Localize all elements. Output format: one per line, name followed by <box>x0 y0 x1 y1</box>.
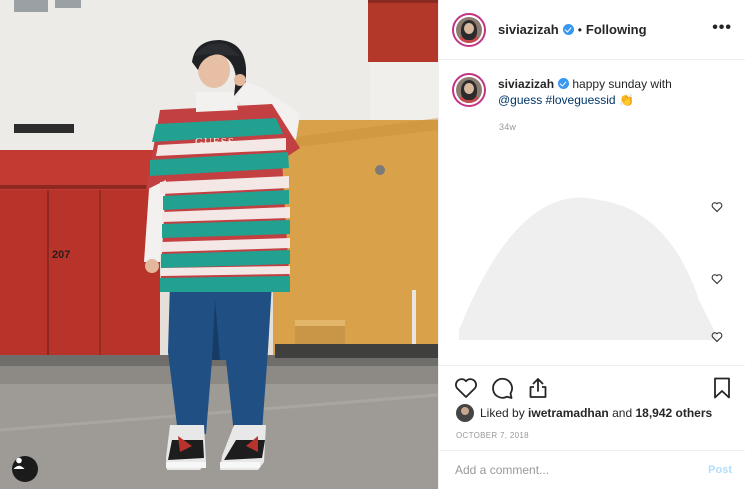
action-bar <box>439 365 745 409</box>
clap-emoji-icon: 👏 <box>618 93 634 107</box>
likes-and: and <box>612 406 633 420</box>
svg-text:207: 207 <box>52 249 70 261</box>
comment-icon[interactable] <box>490 376 514 400</box>
caption-body: happy sunday with <box>572 77 672 91</box>
author-avatar[interactable] <box>452 12 486 47</box>
caption-mention-link[interactable]: @guess <box>498 93 542 107</box>
like-heart-icon[interactable] <box>454 376 478 400</box>
author-username[interactable]: siviazizah <box>498 22 559 37</box>
post-comment-button[interactable]: Post <box>708 464 732 476</box>
liker-username[interactable]: iwetramadhan <box>528 406 609 420</box>
header-separator: • <box>577 22 582 37</box>
caption-avatar-image <box>456 77 482 103</box>
comments-area[interactable]: siviazizah happy sunday with @guess #lov… <box>439 60 745 365</box>
photo-illustration: 207 GUESS <box>0 0 438 489</box>
save-bookmark-icon[interactable] <box>710 376 734 400</box>
likes-prefix: Liked by <box>480 406 525 420</box>
svg-text:GUESS: GUESS <box>195 136 235 148</box>
following-button[interactable]: Following <box>586 22 647 37</box>
caption-username[interactable]: siviazizah <box>498 77 554 91</box>
user-tag-icon <box>13 457 25 469</box>
more-options-button[interactable]: ••• <box>712 20 732 36</box>
liker-avatar[interactable] <box>456 404 474 422</box>
share-icon[interactable] <box>526 376 550 400</box>
likes-summary: Liked by iwetramadhan and 18,942 others <box>456 404 712 422</box>
comment-like-heart-icon[interactable] <box>711 331 723 343</box>
user-tags-button[interactable] <box>12 456 38 482</box>
comment-like-heart-icon[interactable] <box>711 273 723 285</box>
caption-text: siviazizah happy sunday with @guess #lov… <box>498 76 728 108</box>
verified-badge-icon <box>562 24 574 35</box>
avatar-image <box>456 16 482 43</box>
caption-hashtag-link[interactable]: #loveguessid <box>546 93 616 107</box>
post-header: siviazizah • Following ••• <box>439 0 745 60</box>
post-date[interactable]: OCTOBER 7, 2018 <box>456 431 529 440</box>
caption-timestamp[interactable]: 34w <box>499 122 516 132</box>
comment-like-heart-icon[interactable] <box>711 201 723 213</box>
post-photo[interactable]: 207 GUESS <box>0 0 438 489</box>
faded-background-graphic <box>459 197 719 340</box>
comment-input[interactable] <box>455 463 685 477</box>
caption: siviazizah happy sunday with @guess #lov… <box>452 73 728 108</box>
post-side-panel: siviazizah • Following ••• siviazizah ha… <box>438 0 745 489</box>
add-comment-bar: Post <box>439 450 745 489</box>
caption-verified-badge-icon <box>558 78 570 89</box>
likes-count-link[interactable]: 18,942 others <box>635 406 712 420</box>
caption-avatar[interactable] <box>452 73 486 107</box>
